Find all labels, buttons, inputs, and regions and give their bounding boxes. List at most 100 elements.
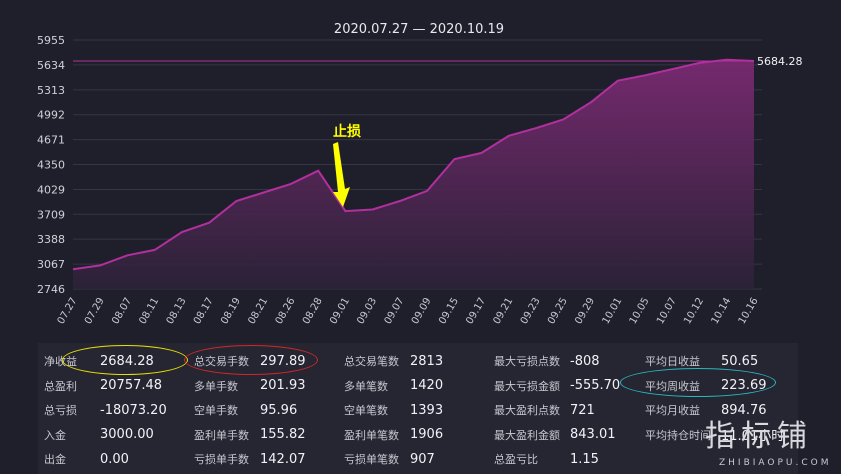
stat-row: 入金 3000.00	[44, 423, 167, 448]
stat-label: 多单手数	[194, 379, 238, 393]
stat-label: 最大亏损点数	[494, 355, 560, 369]
stat-row: 盈利单笔数 1906	[344, 423, 443, 448]
stat-row: 平均日收益 50.65	[645, 349, 784, 374]
stat-row: 最大盈利点数 721	[494, 398, 620, 423]
x-tick-label: 09.21	[492, 296, 516, 326]
stat-value: 894.76	[721, 402, 767, 418]
stat-label: 最大亏损金额	[494, 379, 560, 393]
stat-label: 空单手数	[194, 404, 238, 418]
y-axis-ticks: 2746 3067 3388 3709 4029 4350 4671 4992 5313 5634…	[37, 34, 65, 296]
y-tick-label: 4992	[37, 109, 65, 122]
stats-panel: 净收益 2684.28 总盈利 20757.48 总亏损 -18073.20 入金 30…	[38, 343, 798, 474]
stat-label: 总交易手数	[194, 355, 249, 369]
stat-value: -555.70	[570, 378, 621, 394]
x-tick-label: 08.07	[110, 296, 134, 326]
stat-label: 总亏损	[44, 404, 77, 418]
stat-row: 净收益 2684.28	[44, 349, 167, 374]
stats-col-1: 净收益 2684.28 总盈利 20757.48 总亏损 -18073.20 入金 30…	[44, 349, 167, 472]
stat-row: 总交易笔数 2813	[344, 349, 443, 374]
stat-row: 总盈亏比 1.15	[494, 447, 620, 472]
stat-value: 50.65	[721, 353, 759, 369]
stat-label: 盈利单手数	[194, 428, 249, 442]
x-tick-label: 08.21	[246, 296, 270, 326]
x-tick-label: 09.17	[464, 296, 488, 326]
stop-loss-label: 止损	[333, 123, 361, 140]
y-tick-label: 3067	[37, 258, 65, 271]
x-tick-label: 08.11	[137, 296, 161, 326]
x-tick-label: 09.25	[546, 296, 570, 326]
watermark-en: ZHIBIAOPU.COM	[719, 458, 832, 468]
stat-label: 总交易笔数	[344, 355, 399, 369]
last-value-label: 5684.28	[757, 55, 803, 68]
stat-row: 总交易手数 297.89	[194, 349, 306, 374]
stat-label: 总盈亏比	[494, 453, 538, 467]
stat-row: 亏损单手数 142.07	[194, 447, 306, 472]
stat-value: 721	[570, 402, 595, 418]
x-tick-label: 10.16	[737, 296, 761, 326]
stat-label: 亏损单笔数	[344, 453, 399, 467]
x-axis-ticks: 07.27 07.29 08.07 08.11 08.13 08.17 08.19 08.21…	[56, 296, 761, 326]
stat-value: -808	[570, 353, 600, 369]
y-tick-label: 4671	[37, 134, 65, 147]
stat-row: 多单手数 201.93	[194, 374, 306, 399]
stat-value: -18073.20	[100, 402, 167, 418]
stat-label: 最大盈利点数	[494, 404, 560, 418]
y-tick-label: 3388	[37, 233, 65, 246]
stat-label: 平均周收益	[645, 379, 700, 393]
x-tick-label: 09.23	[519, 296, 543, 326]
stat-row: 多单笔数 1420	[344, 374, 443, 399]
equity-curve-svg: 2020.07.27 — 2020.10.19 2746 3067 3388 3709…	[37, 22, 803, 326]
watermark: 指标铺 ZHIBIAOPU.COM	[705, 420, 841, 474]
x-tick-label: 09.15	[437, 296, 461, 326]
stat-label: 最大盈利金额	[494, 428, 560, 442]
stat-value: 20757.48	[100, 378, 163, 394]
x-tick-label: 09.07	[383, 296, 407, 326]
stat-value: 201.93	[260, 378, 306, 394]
x-tick-label: 08.26	[274, 296, 298, 326]
stat-value: 1393	[410, 402, 444, 418]
stat-row: 出金 0.00	[44, 447, 167, 472]
stat-value: 297.89	[260, 353, 306, 369]
stat-value: 2684.28	[100, 353, 154, 369]
x-tick-label: 08.28	[301, 296, 325, 326]
stat-label: 入金	[44, 428, 66, 442]
stat-label: 盈利单笔数	[344, 428, 399, 442]
stat-row: 最大亏损点数 -808	[494, 349, 620, 374]
y-tick-label: 4350	[37, 159, 65, 172]
x-tick-label: 10.14	[710, 296, 734, 326]
stat-value: 1420	[410, 378, 444, 394]
stat-value: 907	[410, 451, 435, 467]
equity-chart: 2020.07.27 — 2020.10.19 2746 3067 3388 3709…	[0, 0, 841, 342]
watermark-cn: 指标铺	[705, 419, 813, 454]
x-tick-label: 09.03	[355, 296, 379, 326]
x-tick-label: 07.29	[83, 296, 107, 326]
y-tick-label: 5313	[37, 84, 65, 97]
stat-label: 亏损单手数	[194, 453, 249, 467]
x-tick-label: 09.09	[410, 296, 434, 326]
stat-value: 155.82	[260, 427, 306, 443]
stat-value: 142.07	[260, 451, 306, 467]
stat-value: 1906	[410, 427, 444, 443]
chart-title: 2020.07.27 — 2020.10.19	[334, 22, 504, 37]
y-tick-label: 3709	[37, 208, 65, 221]
x-tick-label: 08.13	[165, 296, 189, 326]
stat-value: 0.00	[100, 451, 129, 467]
x-tick-label: 09.01	[328, 296, 352, 326]
stat-value: 3000.00	[100, 427, 154, 443]
stat-row: 最大盈利金额 843.01	[494, 423, 620, 448]
stat-label: 总盈利	[44, 379, 77, 393]
stat-label: 出金	[44, 453, 66, 467]
stat-value: 223.69	[721, 378, 767, 394]
x-tick-label: 10.12	[682, 296, 706, 326]
stat-row: 空单手数 95.96	[194, 398, 306, 423]
x-tick-label: 08.19	[219, 296, 243, 326]
stat-label: 空单笔数	[344, 404, 388, 418]
stat-row: 总亏损 -18073.20	[44, 398, 167, 423]
stat-value: 2813	[410, 353, 444, 369]
y-tick-label: 4029	[37, 183, 65, 196]
stat-value: 95.96	[260, 402, 298, 418]
stats-col-2: 总交易手数 297.89 多单手数 201.93 空单手数 95.96 盈利单手数 15…	[194, 349, 306, 472]
y-tick-label: 5955	[37, 34, 65, 47]
stat-row: 总盈利 20757.48	[44, 374, 167, 399]
equity-area	[73, 59, 754, 289]
